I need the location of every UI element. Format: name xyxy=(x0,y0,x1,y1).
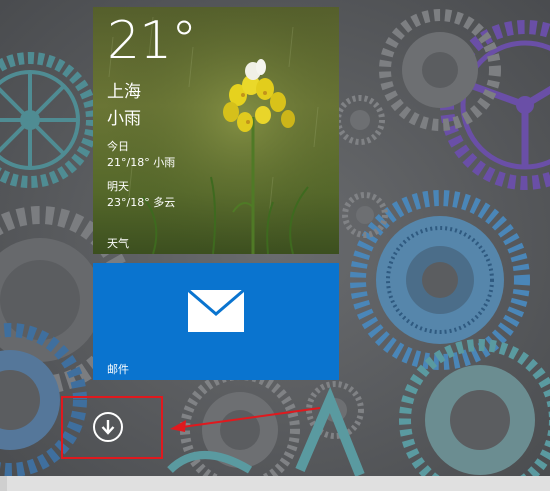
annotation-highlight-box xyxy=(61,396,163,459)
forecast-today-label: 今日 xyxy=(107,140,129,153)
horizontal-scrollbar[interactable] xyxy=(0,476,550,491)
weather-condition: 小雨 xyxy=(107,109,141,129)
weather-city: 上海 xyxy=(107,82,141,102)
scrollbar-edge xyxy=(0,476,7,491)
annotation-arrow xyxy=(170,407,321,432)
forecast-today-value: 21°/18° 小雨 xyxy=(107,156,176,169)
gear-teal-wheel xyxy=(0,52,98,188)
envelope-icon xyxy=(188,290,244,332)
weather-tile[interactable]: 21° 上海 小雨 今日 21°/18° 小雨 明天 23°/18° 多云 天气 xyxy=(93,7,339,254)
forecast-tomorrow-value: 23°/18° 多云 xyxy=(107,196,176,209)
weather-temperature: 21° xyxy=(107,11,197,71)
weather-tile-label: 天气 xyxy=(107,237,129,250)
forecast-tomorrow-label: 明天 xyxy=(107,180,129,193)
mail-tile[interactable]: 邮件 xyxy=(93,263,339,380)
mail-tile-label: 邮件 xyxy=(107,363,129,376)
